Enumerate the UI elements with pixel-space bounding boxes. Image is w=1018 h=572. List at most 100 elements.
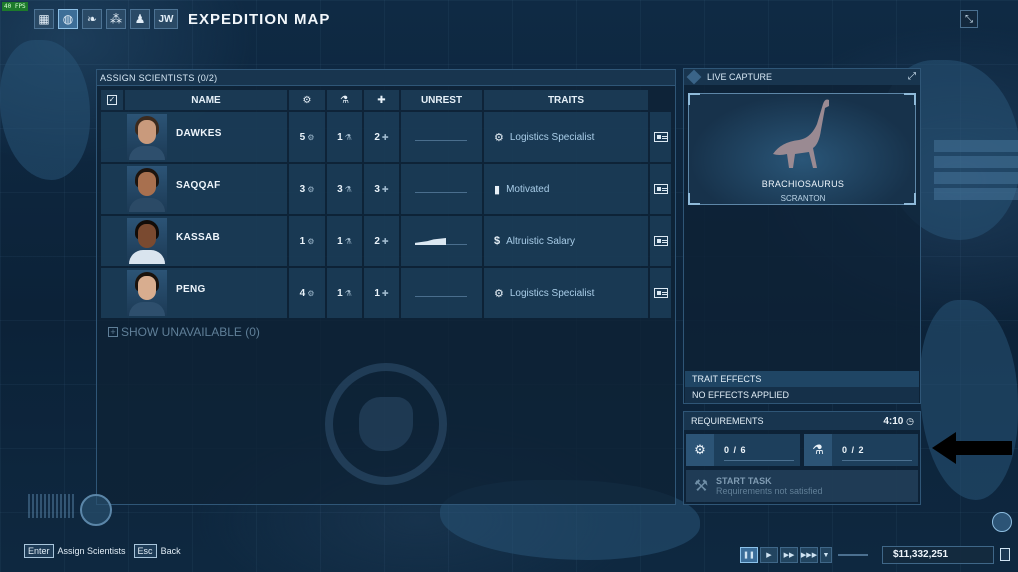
- scientist-row[interactable]: PENG 4 ⚙ 1 ⚗ 1 ✚ ⚙ Logistics Specialist: [101, 268, 671, 318]
- column-traits[interactable]: TRAITS: [484, 90, 648, 110]
- scientist-name-cell[interactable]: SAQQAF: [101, 164, 287, 214]
- lab-stat: 3 ⚗: [327, 164, 362, 214]
- speed-slider[interactable]: [838, 554, 868, 556]
- flask-icon: ⚗: [344, 236, 352, 246]
- column-lab-icon[interactable]: ⚗: [327, 90, 362, 110]
- right-telemetry: [934, 140, 1018, 204]
- assigned-count: (0/2): [197, 73, 218, 83]
- page-title: EXPEDITION MAP: [188, 10, 331, 28]
- flask-icon: ⚗: [344, 132, 352, 142]
- play-icon[interactable]: ▶: [760, 547, 778, 563]
- scientist-portrait: [127, 166, 167, 212]
- scientist-row[interactable]: KASSAB 1 ⚙ 1 ⚗ 2 ✚ $ Altruistic Salary: [101, 216, 671, 266]
- scientist-row[interactable]: DAWKES 5 ⚙ 1 ⚗ 2 ✚ ⚙ Logistics Specialist: [101, 112, 671, 162]
- gear-icon: ⚙: [307, 236, 315, 246]
- unrest-meter: [401, 112, 482, 162]
- person-icon[interactable]: ♟: [130, 9, 150, 29]
- fastest-forward-icon[interactable]: ▶▶▶: [800, 547, 818, 563]
- select-all-checkbox[interactable]: ✓: [101, 90, 123, 110]
- trait-label: Motivated: [506, 183, 550, 195]
- trait-cell[interactable]: ⚙ Logistics Specialist: [484, 112, 648, 162]
- esc-hint-label: Back: [160, 546, 181, 556]
- plus-stat: 2 ✚: [364, 216, 399, 266]
- plus-stat: 1 ✚: [364, 268, 399, 318]
- dinosaur-preview: BRACHIOSAURUS SCRANTON: [688, 93, 916, 205]
- filter-icon[interactable]: ▼: [820, 547, 832, 563]
- jw-logo-icon[interactable]: JW: [154, 9, 178, 29]
- scientist-portrait: [127, 114, 167, 160]
- start-task-button[interactable]: ⚒ START TASK Requirements not satisfied: [686, 470, 918, 502]
- column-name[interactable]: NAME: [125, 90, 287, 110]
- fast-forward-icon[interactable]: ▶▶: [780, 547, 798, 563]
- scientist-name-cell[interactable]: PENG: [101, 268, 287, 318]
- enter-key[interactable]: Enter: [24, 544, 54, 558]
- requirements-header: REQUIREMENTS 4:10 ◷: [684, 412, 920, 430]
- jw-badge-icon[interactable]: [992, 512, 1012, 532]
- collapse-icon[interactable]: ⤡: [960, 10, 978, 28]
- id-card-icon: [653, 184, 668, 194]
- scientist-name: PENG: [176, 284, 206, 295]
- column-gear-icon[interactable]: ⚙: [289, 90, 325, 110]
- expand-icon[interactable]: ⤢: [908, 71, 916, 82]
- gear-requirement: ⚙ 0 / 6: [686, 434, 800, 466]
- salary-icon: $: [494, 235, 501, 247]
- show-unavailable-label: SHOW UNAVAILABLE (0): [121, 325, 260, 339]
- unrest-meter: [401, 216, 482, 266]
- panel-header: ASSIGN SCIENTISTS (0/2): [97, 70, 675, 86]
- gear-stat: 4 ⚙: [289, 268, 325, 318]
- trait-cell[interactable]: ⚙ Logistics Specialist: [484, 268, 648, 318]
- gear-stat: 5 ⚙: [289, 112, 325, 162]
- id-card-button[interactable]: [650, 112, 671, 162]
- gear-icon: ⚙: [686, 434, 714, 466]
- id-card-button[interactable]: [650, 216, 671, 266]
- lab-requirement: ⚗ 0 / 2: [804, 434, 918, 466]
- scientist-portrait: [127, 270, 167, 316]
- brachiosaurus-icon: [773, 99, 829, 168]
- battery-icon: ▮: [494, 183, 501, 196]
- flask-icon: ⚗: [344, 288, 352, 298]
- telemetry-bars: [28, 494, 76, 518]
- pause-icon[interactable]: ❚❚: [740, 547, 758, 563]
- dinosaur-name: BRACHIOSAURUS: [761, 179, 845, 189]
- clock-icon: ◷: [906, 416, 914, 426]
- requirements-title: REQUIREMENTS: [691, 416, 764, 426]
- radar-icon[interactable]: [80, 494, 112, 526]
- lab-stat: 1 ⚗: [327, 112, 362, 162]
- game-speed-controls: ❚❚ ▶ ▶▶ ▶▶▶ ▼: [740, 546, 868, 564]
- show-unavailable-toggle[interactable]: + SHOW UNAVAILABLE (0): [108, 325, 260, 339]
- jurassic-world-emblem: [325, 363, 447, 485]
- live-capture-title: LIVE CAPTURE: [707, 72, 773, 82]
- dashboard-icon[interactable]: ▦: [34, 9, 54, 29]
- flask-icon: ⚗: [804, 434, 832, 466]
- scientist-portrait: [127, 218, 167, 264]
- molecules-icon[interactable]: ⁂: [106, 9, 126, 29]
- live-capture-header: LIVE CAPTURE ⤢: [684, 69, 920, 85]
- start-task-status: Requirements not satisfied: [716, 486, 823, 496]
- clipboard-icon[interactable]: [1000, 548, 1010, 561]
- plus-stat: 2 ✚: [364, 112, 399, 162]
- panel-title: ASSIGN SCIENTISTS: [100, 73, 195, 83]
- column-unrest[interactable]: UNREST: [401, 90, 482, 110]
- tools-icon: ⚒: [693, 478, 709, 495]
- plus-icon: ✚: [381, 288, 389, 298]
- scientist-name: SAQQAF: [176, 180, 221, 191]
- column-plus-icon[interactable]: ✚: [364, 90, 399, 110]
- requirements-panel: REQUIREMENTS 4:10 ◷ ⚙ 0 / 6 ⚗ 0 / 2 ⚒ ST…: [683, 411, 921, 505]
- trait-cell[interactable]: ▮ Motivated: [484, 164, 648, 214]
- top-navigation: ▦ ◍ ❧ ⁂ ♟ JW EXPEDITION MAP: [34, 8, 330, 30]
- trait-label: Logistics Specialist: [509, 287, 595, 299]
- scientist-name: KASSAB: [176, 232, 221, 243]
- start-task-label: START TASK: [716, 476, 772, 486]
- id-card-button[interactable]: [650, 164, 671, 214]
- trait-cell[interactable]: $ Altruistic Salary: [484, 216, 648, 266]
- keyboard-hints: Enter Assign Scientists Esc Back: [24, 544, 189, 558]
- scientist-name-cell[interactable]: DAWKES: [101, 112, 287, 162]
- esc-key[interactable]: Esc: [133, 544, 157, 558]
- trait-label: Altruistic Salary: [506, 235, 576, 247]
- scientist-row[interactable]: SAQQAF 3 ⚙ 3 ⚗ 3 ✚ ▮ Motivated: [101, 164, 671, 214]
- scientist-name-cell[interactable]: KASSAB: [101, 216, 287, 266]
- gears-icon: ⚙: [494, 287, 504, 300]
- id-card-button[interactable]: [650, 268, 671, 318]
- globe-icon[interactable]: ◍: [58, 9, 78, 29]
- dinosaur-skeleton-icon[interactable]: ❧: [82, 9, 102, 29]
